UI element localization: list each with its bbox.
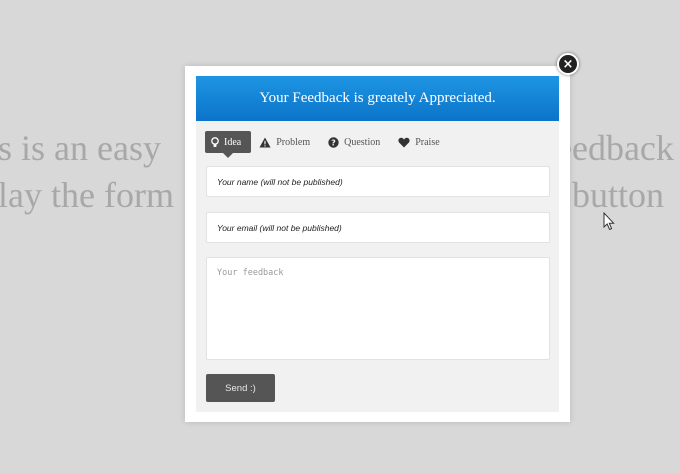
modal-title: Your Feedback is greately Appreciated. [196, 76, 559, 121]
name-field[interactable]: Your name (will not be published) [206, 166, 550, 197]
lightbulb-icon [211, 136, 219, 147]
background-text-line2-right: button [572, 175, 665, 215]
question-icon: ? [328, 136, 339, 148]
close-button[interactable]: × [557, 53, 579, 75]
heart-icon [398, 137, 410, 147]
tab-problem-label: Problem [276, 136, 311, 148]
tab-idea[interactable]: Idea [205, 131, 252, 158]
feedback-panel: Your Feedback is greately Appreciated. I… [196, 76, 559, 412]
tab-idea-label: Idea [224, 136, 242, 148]
send-button[interactable]: Send :) [206, 374, 275, 402]
background-text-line1-right: eedback [556, 128, 674, 168]
feedback-type-tabs: Idea Problem ? Question Praise [205, 131, 446, 158]
tab-problem[interactable]: Problem [253, 131, 316, 153]
close-icon: × [562, 56, 574, 72]
feedback-modal: Your Feedback is greately Appreciated. I… [185, 66, 570, 422]
tab-praise[interactable]: Praise [392, 131, 445, 153]
tab-praise-label: Praise [415, 136, 440, 148]
email-field[interactable]: Your email (will not be published) [206, 212, 550, 243]
warning-icon [259, 137, 271, 147]
tab-question[interactable]: ? Question [322, 131, 386, 153]
feedback-textarea[interactable]: Your feedback [206, 257, 550, 360]
svg-text:?: ? [331, 138, 336, 147]
tab-question-label: Question [344, 136, 381, 148]
mouse-cursor-icon [603, 212, 615, 231]
